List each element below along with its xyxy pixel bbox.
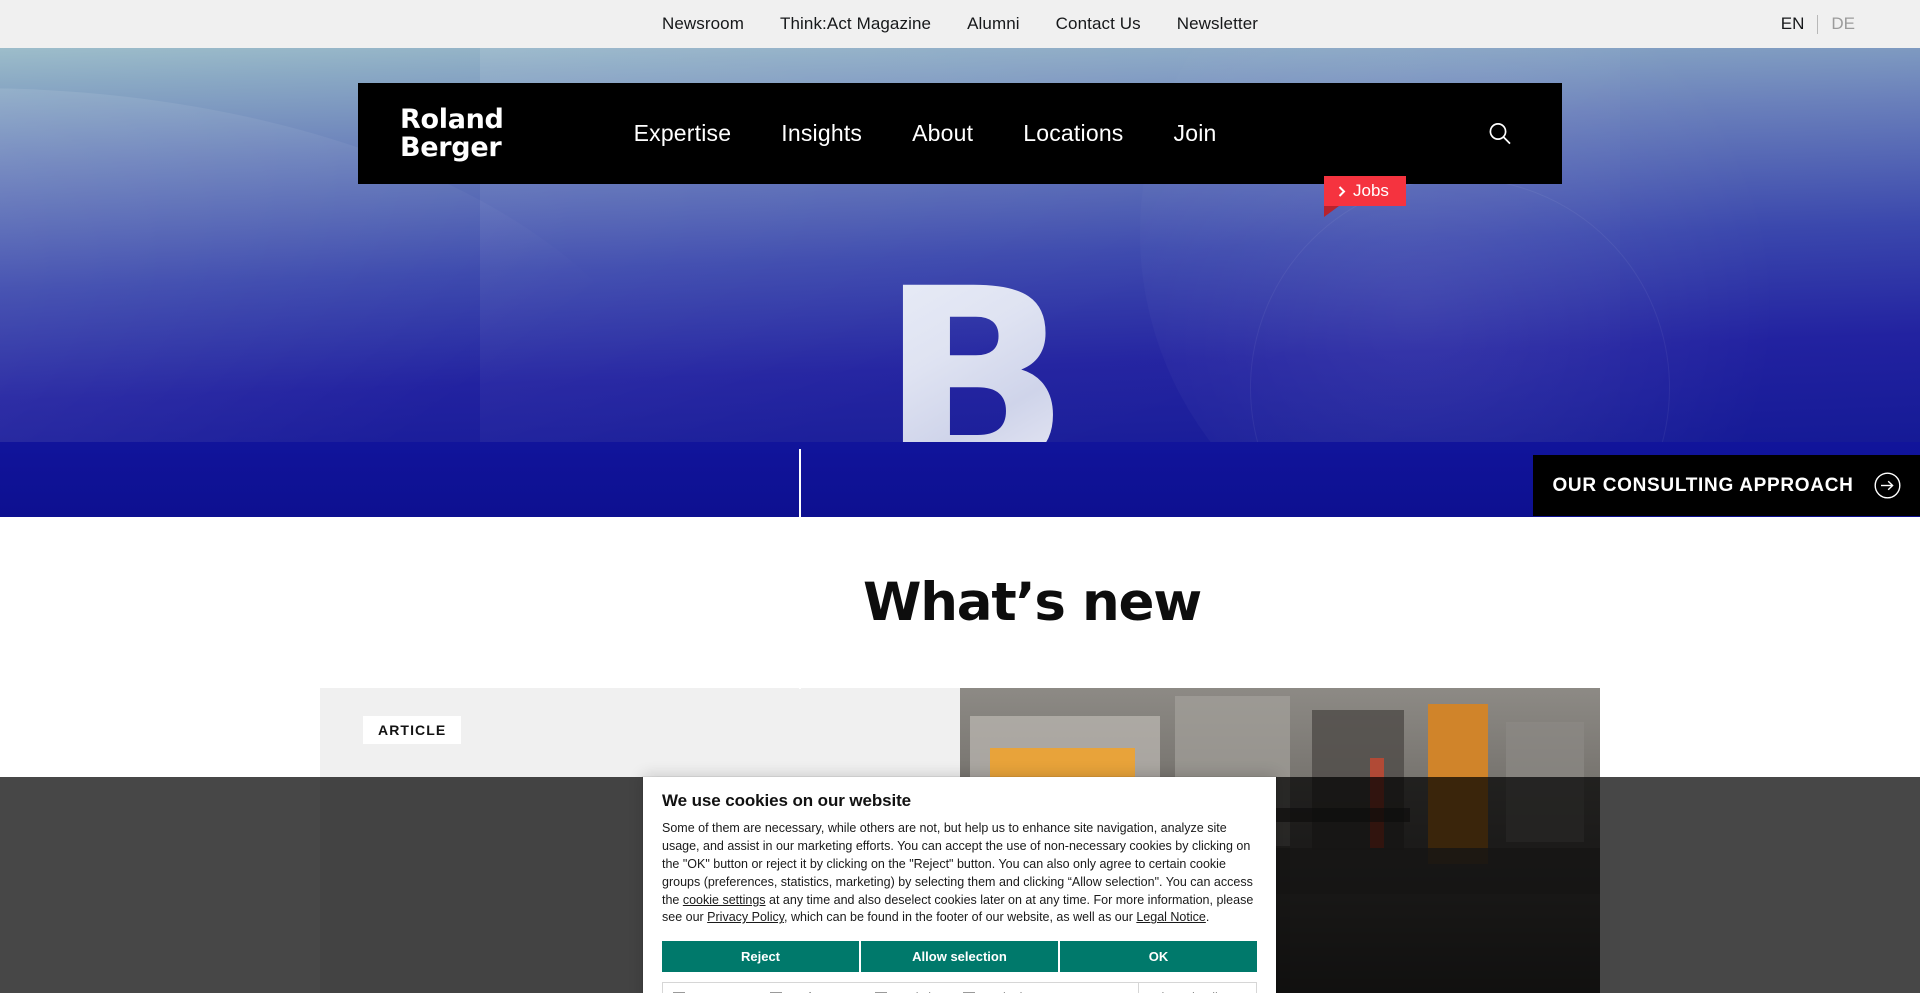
logo-roland-berger[interactable]: Roland Berger [400,106,504,161]
page-section-title: What’s new [863,572,1202,633]
language-option-en[interactable]: EN [1781,14,1805,34]
language-switcher: EN DE [1781,14,1855,34]
utility-nav: Newsroom Think:Act Magazine Alumni Conta… [662,14,1258,34]
top-utility-bar: Newsroom Think:Act Magazine Alumni Conta… [0,0,1920,48]
search-icon [1489,122,1511,144]
nav-item-locations[interactable]: Locations [1023,120,1123,147]
reject-button[interactable]: Reject [662,941,859,973]
jobs-badge[interactable]: Jobs [1324,176,1406,206]
cookie-button-group: Reject Allow selection OK [662,941,1257,973]
privacy-policy-link[interactable]: Privacy Policy [707,910,784,924]
utility-link-newsletter[interactable]: Newsletter [1177,14,1258,34]
nav-item-about[interactable]: About [912,120,973,147]
allow-selection-button[interactable]: Allow selection [861,941,1058,973]
cookie-banner-title: We use cookies on our website [662,791,912,810]
primary-nav: Expertise Insights About Locations Join [634,120,1217,147]
article-type-badge: ARTICLE [363,716,462,744]
cookie-settings-link[interactable]: cookie settings [683,893,766,907]
nav-item-expertise[interactable]: Expertise [634,120,732,147]
jobs-badge-fold [1324,206,1339,217]
vertical-divider [799,449,801,689]
utility-link-newsroom[interactable]: Newsroom [662,14,744,34]
jobs-badge-label: Jobs [1353,181,1389,200]
utility-link-contact-us[interactable]: Contact Us [1056,14,1141,34]
cookie-banner-body: Some of them are necessary, while others… [662,820,1257,927]
show-details-toggle[interactable]: Show details [1138,983,1256,993]
search-button[interactable] [1486,120,1514,148]
arrow-right-circle-icon [1874,472,1901,499]
cookie-body-part-4: . [1205,910,1210,925]
language-option-de[interactable]: DE [1831,14,1855,34]
utility-link-alumni[interactable]: Alumni [967,14,1020,34]
utility-link-thinkact-magazine[interactable]: Think:Act Magazine [780,14,931,34]
cta-label: OUR CONSULTING APPROACH [1552,474,1854,496]
logo-line-2: Berger [400,131,502,163]
main-header: Roland Berger Expertise Insights About L… [358,83,1562,184]
nav-item-join[interactable]: Join [1174,120,1217,147]
ok-button[interactable]: OK [1060,941,1257,973]
cookie-body-part-3: , which can be found in the footer of ou… [784,910,1137,925]
cookie-category-options: Necessary Preferences Statistics Marketi… [662,982,1257,993]
chevron-right-icon [1338,185,1346,197]
cookie-consent-banner: We use cookies on our website Some of th… [643,777,1276,993]
logo-line-1: Roland [400,103,504,135]
nav-item-insights[interactable]: Insights [781,120,862,147]
legal-notice-link[interactable]: Legal Notice [1136,910,1206,924]
language-separator [1817,14,1819,34]
consulting-approach-cta[interactable]: OUR CONSULTING APPROACH [1533,455,1920,516]
